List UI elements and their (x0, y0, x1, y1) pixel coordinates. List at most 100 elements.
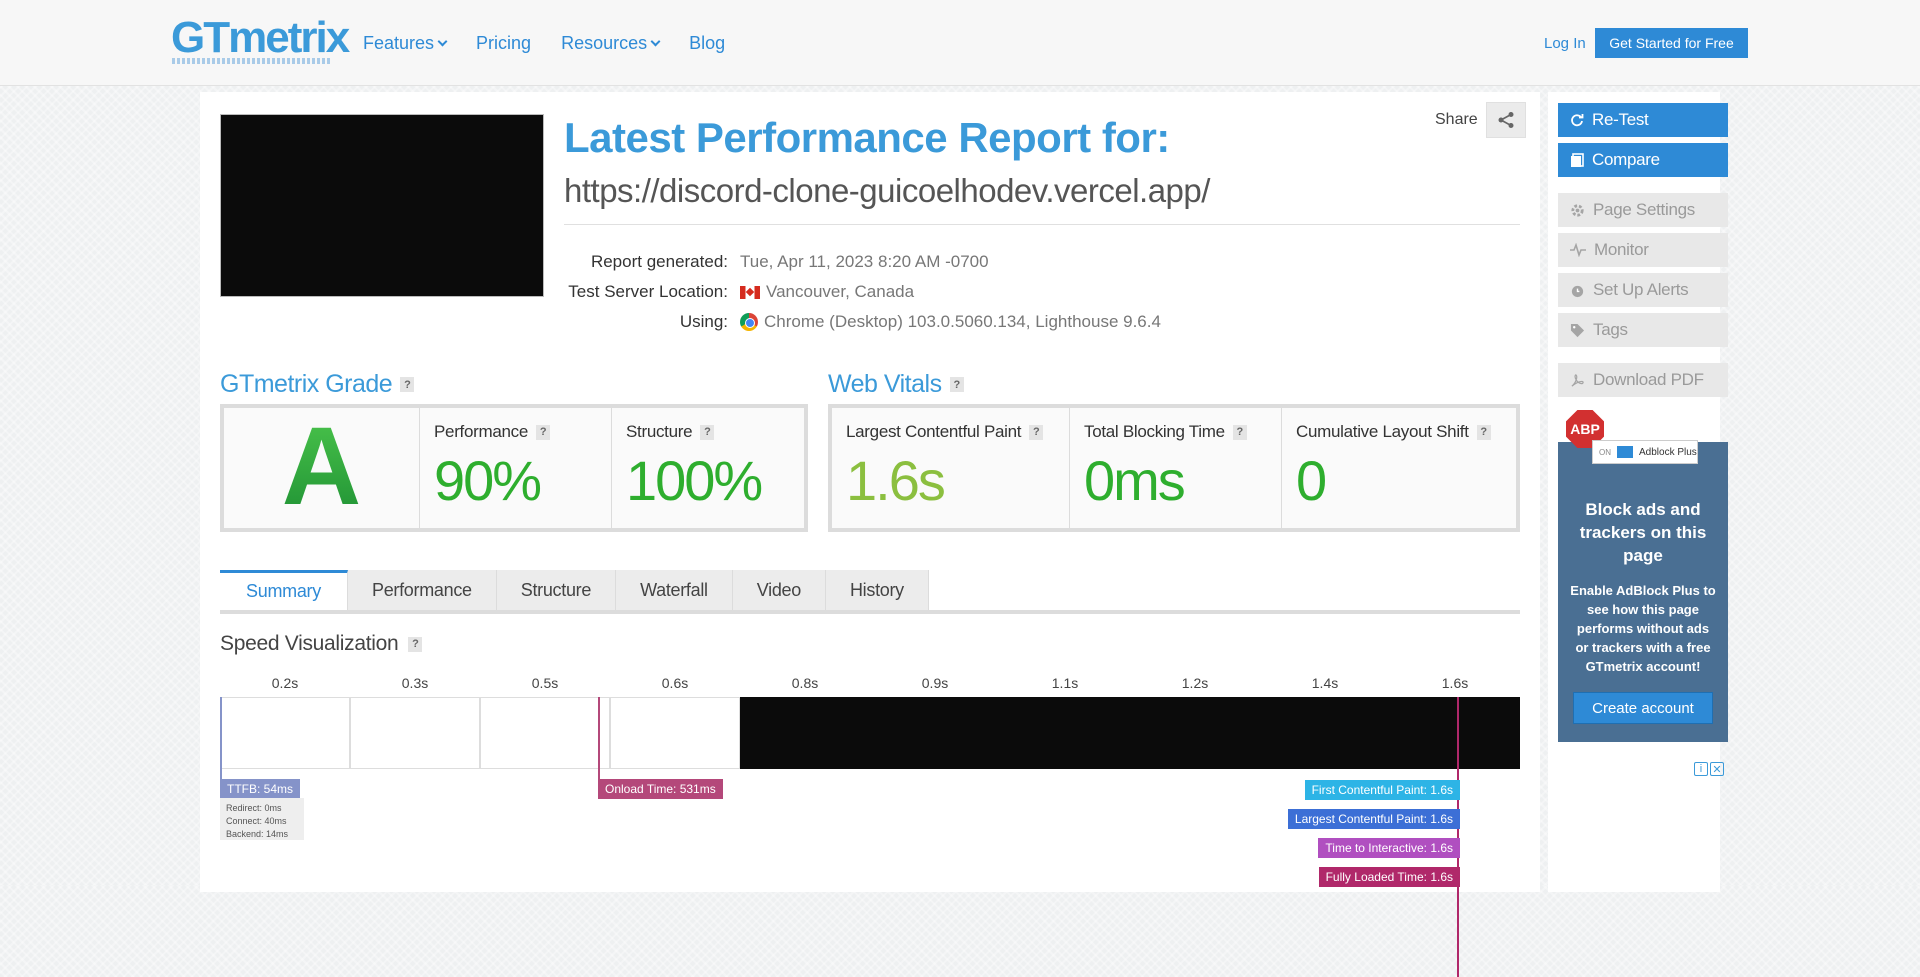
tab-history[interactable]: History (825, 570, 929, 610)
help-icon[interactable]: ? (400, 377, 415, 392)
info-icon[interactable]: i (1694, 762, 1708, 776)
tbt-value: 0ms (1084, 449, 1186, 512)
promo-body: Enable AdBlock Plus to see how this page… (1570, 583, 1716, 674)
speed-visualization-heading: Speed Visualization ? (220, 632, 423, 656)
structure-score-cell: Structure? 100% (612, 408, 804, 528)
get-started-button[interactable]: Get Started for Free (1595, 28, 1748, 58)
alarm-clock-icon (1571, 285, 1584, 297)
frame-time-label: 0.2s (271, 675, 299, 691)
performance-score-cell: Performance? 90% (420, 408, 612, 528)
retest-button[interactable]: Re-Test (1558, 103, 1728, 137)
ttfb-tag: TTFB: 54ms (220, 779, 301, 799)
share-icon (1498, 112, 1514, 128)
filmstrip-frame[interactable] (1000, 697, 1130, 769)
fully-loaded-marker-line (1457, 697, 1459, 977)
adblock-toggle: ON Adblock Plus (1592, 440, 1698, 464)
backend-time: Backend: 14ms (226, 829, 289, 839)
chevron-down-icon (650, 36, 661, 46)
report-panel: Latest Performance Report for: https://d… (200, 92, 1540, 977)
tags-label: Tags (1593, 320, 1628, 339)
help-icon[interactable]: ? (536, 424, 551, 440)
page-settings-button[interactable]: Page Settings (1558, 193, 1728, 227)
filmstrip (220, 697, 1520, 769)
close-icon[interactable]: ✕ (1710, 762, 1724, 776)
help-icon[interactable]: ? (700, 424, 715, 440)
speed-visualization-title: Speed Visualization (220, 632, 399, 655)
ad-choices[interactable]: i ✕ (1694, 762, 1724, 776)
server-location-label: Test Server Location: (568, 282, 728, 301)
filmstrip-frame[interactable] (870, 697, 1000, 769)
performance-label: Performance (434, 422, 529, 441)
create-account-button[interactable]: Create account (1573, 692, 1713, 724)
help-icon[interactable]: ? (408, 636, 423, 652)
fully-loaded-tag: Fully Loaded Time: 1.6s (1318, 867, 1460, 887)
filmstrip-frame[interactable] (350, 697, 480, 769)
tags-button[interactable]: Tags (1558, 313, 1728, 347)
download-pdf-button[interactable]: Download PDF (1558, 363, 1728, 397)
promo-headline: Block ads and trackers on this page (1579, 500, 1707, 565)
frame-time-label: 0.9s (921, 675, 949, 691)
tab-waterfall[interactable]: Waterfall (616, 570, 733, 610)
fcp-tag: First Contentful Paint: 1.6s (1304, 780, 1460, 800)
filmstrip-frame[interactable] (740, 697, 870, 769)
web-vitals-panel: Largest Contentful Paint? 1.6s Total Blo… (828, 404, 1520, 532)
download-pdf-label: Download PDF (1593, 370, 1704, 389)
web-vitals-heading: Web Vitals ? (828, 370, 964, 399)
onload-tag: Onload Time: 531ms (598, 779, 723, 799)
share-button[interactable] (1485, 102, 1526, 138)
help-icon[interactable]: ? (1476, 424, 1491, 440)
filmstrip-frame[interactable] (480, 697, 610, 769)
web-vitals-title: Web Vitals (828, 370, 942, 398)
grade-letter: A (224, 408, 419, 526)
retest-label: Re-Test (1592, 110, 1649, 129)
frame-time-label: 1.6s (1441, 675, 1469, 691)
page-screenshot-thumbnail[interactable] (220, 114, 544, 297)
frame-time-label: 0.5s (531, 675, 559, 691)
report-sidebar: Re-Test Compare Page Settings Monitor Se… (1548, 92, 1728, 892)
nav-item-label: Resources (561, 33, 648, 53)
help-icon[interactable]: ? (1232, 424, 1247, 440)
compare-label: Compare (1592, 150, 1660, 169)
report-url[interactable]: https://discord-clone-guicoelhodev.verce… (564, 172, 1210, 210)
report-metadata: Report generated: Tue, Apr 11, 2023 8:20… (564, 247, 1161, 337)
chevron-down-icon (437, 36, 448, 46)
tti-tag: Time to Interactive: 1.6s (1318, 838, 1460, 858)
nav-item-label: Pricing (476, 33, 532, 53)
frame-time-label: 0.8s (791, 675, 819, 691)
tab-summary[interactable]: Summary (220, 570, 348, 610)
lcp-value: 1.6s (846, 449, 946, 512)
monitor-label: Monitor (1594, 240, 1649, 259)
title-divider (564, 224, 1520, 225)
filmstrip-frame[interactable] (220, 697, 350, 769)
copy-icon (1571, 152, 1584, 167)
share-control[interactable]: Share (1435, 102, 1526, 138)
nav-item-features[interactable]: Features (363, 33, 448, 54)
help-icon[interactable]: ? (949, 377, 964, 392)
login-link[interactable]: Log In (1544, 35, 1586, 52)
filmstrip-frame[interactable] (1130, 697, 1260, 769)
nav-item-pricing[interactable]: Pricing (476, 33, 531, 54)
refresh-icon (1571, 114, 1584, 127)
frame-time-labels: 0.2s 0.3s 0.5s 0.6s 0.8s 0.9s 1.1s 1.2s 1.4s 1.6s (220, 675, 1520, 691)
nav-item-blog[interactable]: Blog (689, 33, 725, 54)
canada-flag-icon (740, 285, 760, 299)
report-title: Latest Performance Report for: (564, 114, 1170, 161)
tag-icon (1570, 323, 1585, 337)
compare-button[interactable]: Compare (1558, 143, 1728, 177)
using-label: Using: (679, 312, 728, 331)
tbt-cell: Total Blocking Time? 0ms (1070, 408, 1282, 528)
filmstrip-frame[interactable] (1260, 697, 1390, 769)
help-icon[interactable]: ? (1029, 424, 1044, 440)
nav-item-resources[interactable]: Resources (561, 33, 661, 54)
pdf-icon (1571, 373, 1584, 387)
lcp-label: Largest Contentful Paint (846, 422, 1022, 441)
gtmetrix-logo[interactable]: GTmetrix (171, 16, 350, 60)
filmstrip-frame[interactable] (610, 697, 740, 769)
report-tabs: Summary Performance Structure Waterfall … (220, 570, 1520, 614)
tab-video[interactable]: Video (732, 570, 826, 610)
tab-performance[interactable]: Performance (348, 570, 497, 610)
tab-structure[interactable]: Structure (496, 570, 617, 610)
monitor-button[interactable]: Monitor (1558, 233, 1728, 267)
set-up-alerts-button[interactable]: Set Up Alerts (1558, 273, 1728, 307)
filmstrip-frame[interactable] (1390, 697, 1520, 769)
